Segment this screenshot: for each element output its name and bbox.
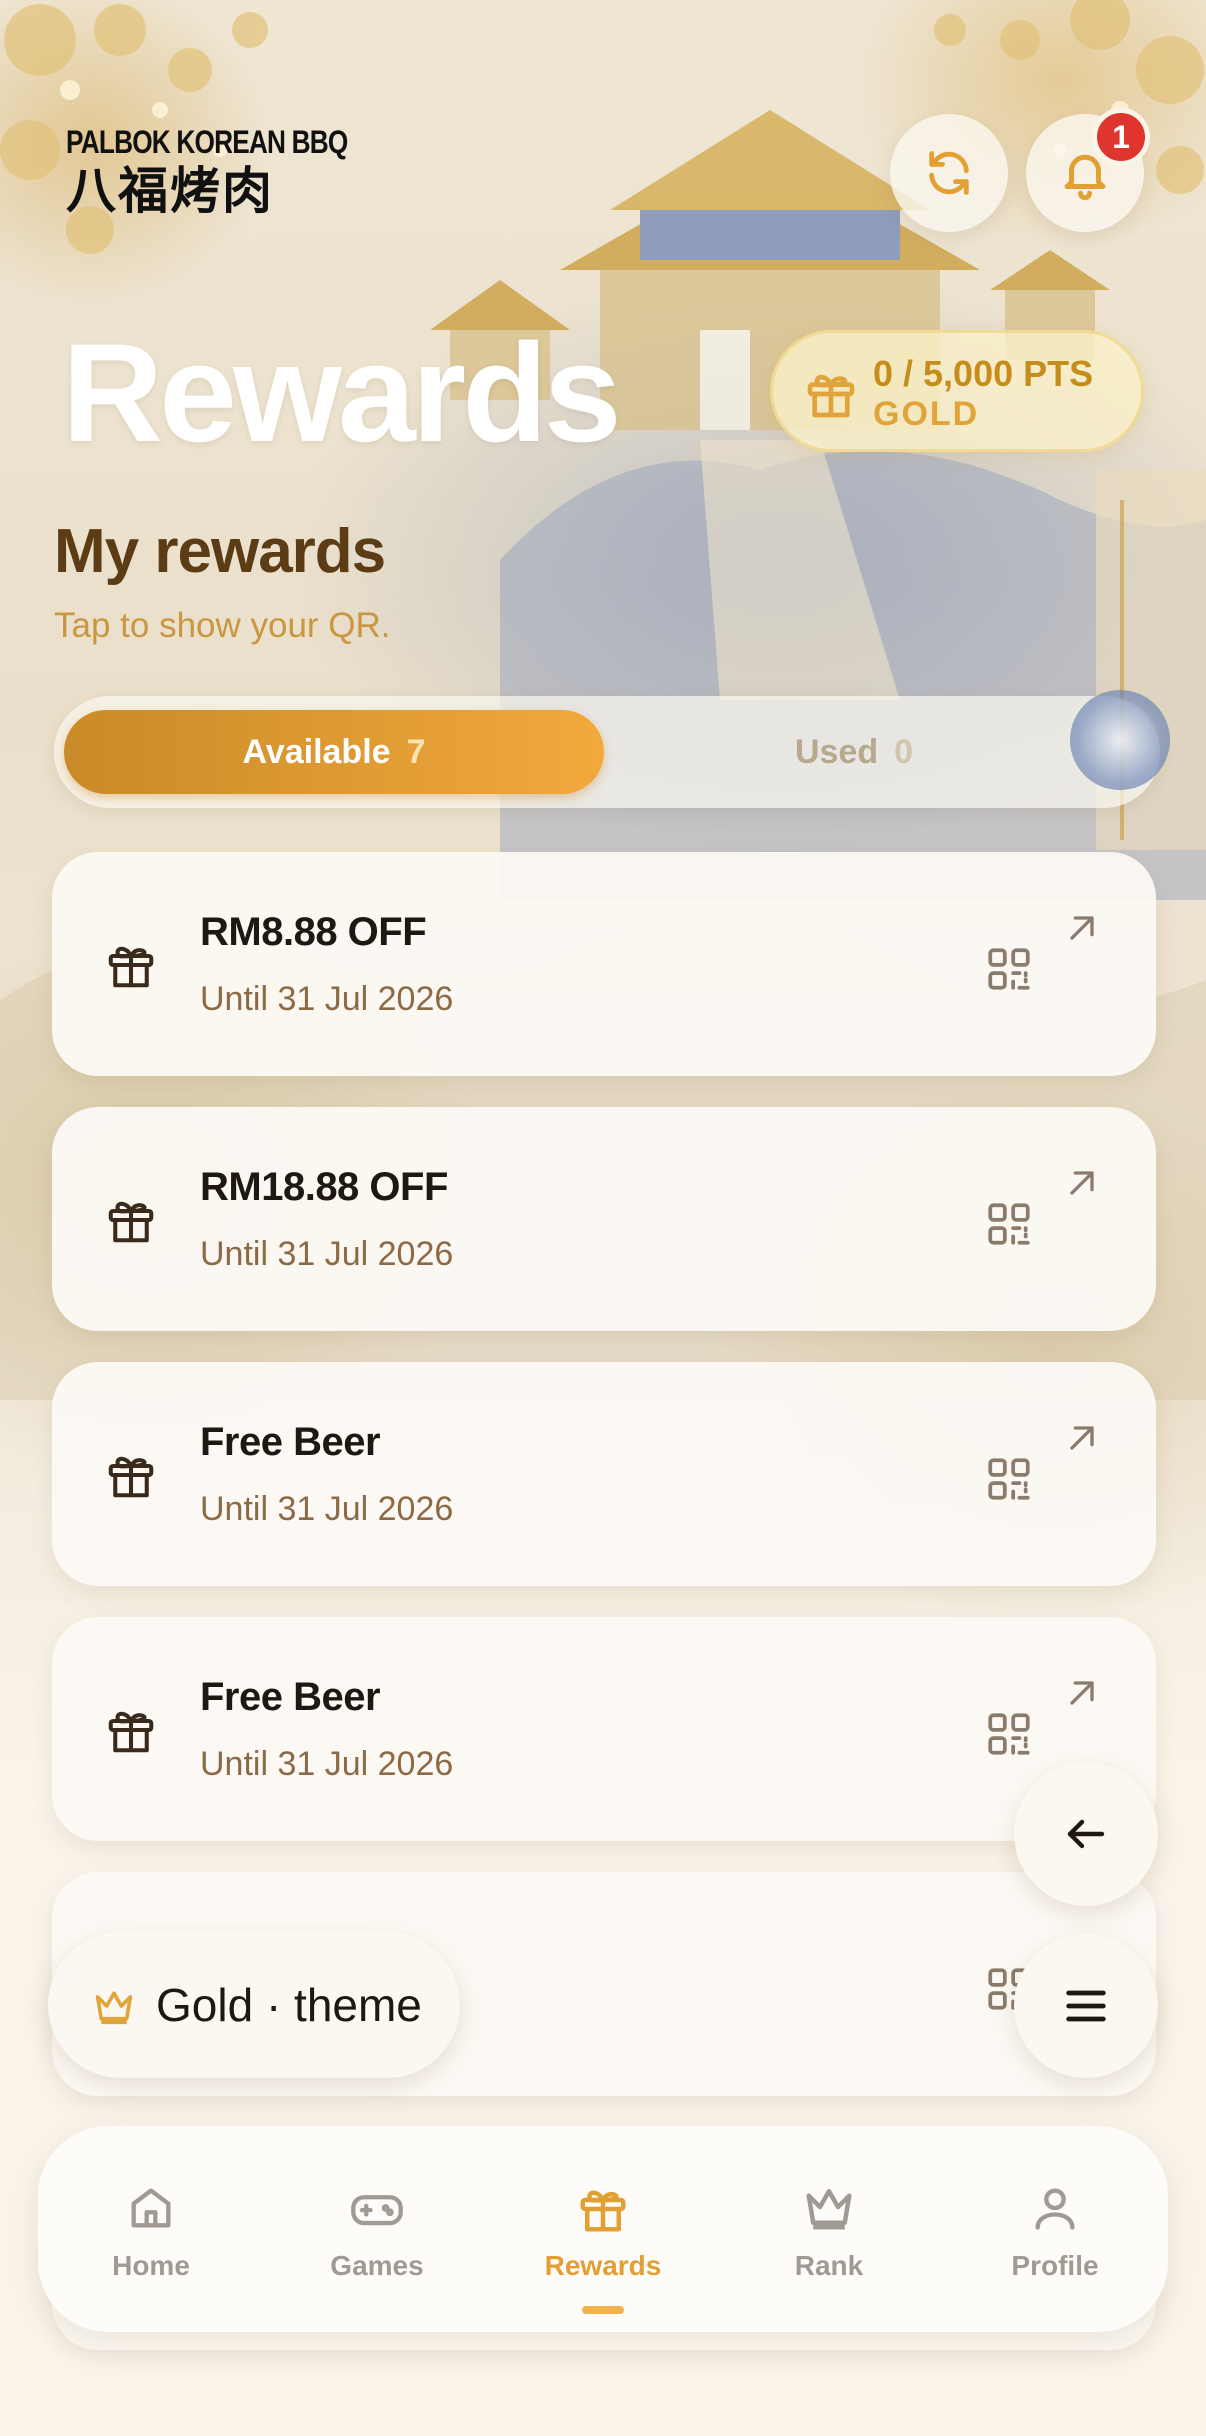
tier-label: GOLD xyxy=(873,395,980,433)
notification-badge: 1 xyxy=(1092,108,1150,166)
nav-rank-label: Rank xyxy=(794,2250,864,2281)
user-icon xyxy=(1035,2188,1075,2230)
qr-code-icon[interactable] xyxy=(984,1454,1034,1504)
arrow-up-right-icon xyxy=(1070,1681,1094,1705)
brand-name-en: PALBOK KOREAN BBQ xyxy=(66,124,348,160)
reward-expiry: Until 31 Jul 2026 xyxy=(200,980,454,1018)
refresh-icon xyxy=(929,151,969,195)
nav-rewards[interactable]: Rewards xyxy=(490,2126,716,2332)
crown-icon xyxy=(95,1991,133,2025)
refresh-button[interactable] xyxy=(890,114,1008,232)
arrow-left-icon xyxy=(1067,1819,1105,1849)
qr-code-icon[interactable] xyxy=(984,944,1034,994)
tab-available[interactable]: Available 7 xyxy=(64,710,604,794)
reward-title: Free Beer xyxy=(200,1675,381,1719)
tab-used-label: Used xyxy=(794,732,879,771)
home-icon xyxy=(131,2188,171,2228)
gift-icon xyxy=(108,1201,154,1243)
hamburger-icon xyxy=(1066,1990,1106,2022)
qr-code-icon[interactable] xyxy=(984,1709,1034,1759)
reward-card[interactable]: RM18.88 OFF Until 31 Jul 2026 xyxy=(52,1107,1156,1331)
arrow-up-right-icon xyxy=(1070,1171,1094,1195)
back-button[interactable] xyxy=(1014,1762,1158,1906)
nav-home[interactable]: Home xyxy=(38,2126,264,2332)
tab-available-count: 7 xyxy=(406,732,426,771)
gift-icon xyxy=(108,946,154,988)
reward-card[interactable]: Free Beer Until 31 Jul 2026 xyxy=(52,1617,1156,1841)
tab-used[interactable]: Used 0 xyxy=(634,710,1074,794)
points-value: 0 / 5,000 PTS xyxy=(873,353,1094,394)
bottom-nav: Home Games Rewards Rank Profile xyxy=(38,2126,1168,2332)
nav-profile[interactable]: Profile xyxy=(942,2126,1168,2332)
nav-games[interactable]: Games xyxy=(264,2126,490,2332)
reward-title: RM8.88 OFF xyxy=(200,910,427,954)
brand-name-cn: 八福烤肉 xyxy=(66,162,274,220)
tab-used-count: 0 xyxy=(894,732,914,771)
page-title: Rewards xyxy=(62,314,622,471)
crown-icon xyxy=(806,2189,852,2230)
gift-icon xyxy=(580,2190,626,2232)
tab-available-label: Available xyxy=(242,732,391,771)
theme-toggle[interactable]: Gold · theme xyxy=(48,1932,460,2078)
reward-expiry: Until 31 Jul 2026 xyxy=(200,1745,454,1783)
gamepad-icon xyxy=(351,2195,403,2226)
lantern-ornament xyxy=(1070,690,1170,790)
gift-icon xyxy=(807,374,855,418)
reward-card[interactable]: RM8.88 OFF Until 31 Jul 2026 xyxy=(52,852,1156,1076)
nav-profile-label: Profile xyxy=(1011,2250,1099,2281)
section-title: My rewards xyxy=(54,517,386,586)
arrow-up-right-icon xyxy=(1070,916,1094,940)
brand-logo: PALBOK KOREAN BBQ 八福烤肉 xyxy=(66,124,409,219)
points-pill[interactable]: 0 / 5,000 PTS GOLD xyxy=(770,330,1144,452)
reward-card[interactable]: Free Beer Until 31 Jul 2026 xyxy=(52,1362,1156,1586)
reward-title: Free Beer xyxy=(200,1420,381,1464)
reward-expiry: Until 31 Jul 2026 xyxy=(200,1490,454,1528)
qr-code-icon[interactable] xyxy=(984,1199,1034,1249)
nav-games-label: Games xyxy=(330,2250,424,2281)
gift-icon xyxy=(108,1456,154,1498)
arrow-up-right-icon xyxy=(1070,1426,1094,1450)
reward-tabs: Available 7 Used 0 xyxy=(54,696,1160,808)
section-subtitle: Tap to show your QR. xyxy=(54,606,391,645)
nav-home-label: Home xyxy=(112,2250,190,2281)
reward-expiry: Until 31 Jul 2026 xyxy=(200,1235,454,1273)
nav-rewards-label: Rewards xyxy=(544,2250,662,2281)
nav-rank[interactable]: Rank xyxy=(716,2126,942,2332)
gift-icon xyxy=(108,1711,154,1753)
active-tab-indicator xyxy=(582,2306,624,2314)
theme-label: Gold · theme xyxy=(156,1979,422,2031)
reward-title: RM18.88 OFF xyxy=(200,1165,448,1209)
menu-button[interactable] xyxy=(1014,1934,1158,2078)
